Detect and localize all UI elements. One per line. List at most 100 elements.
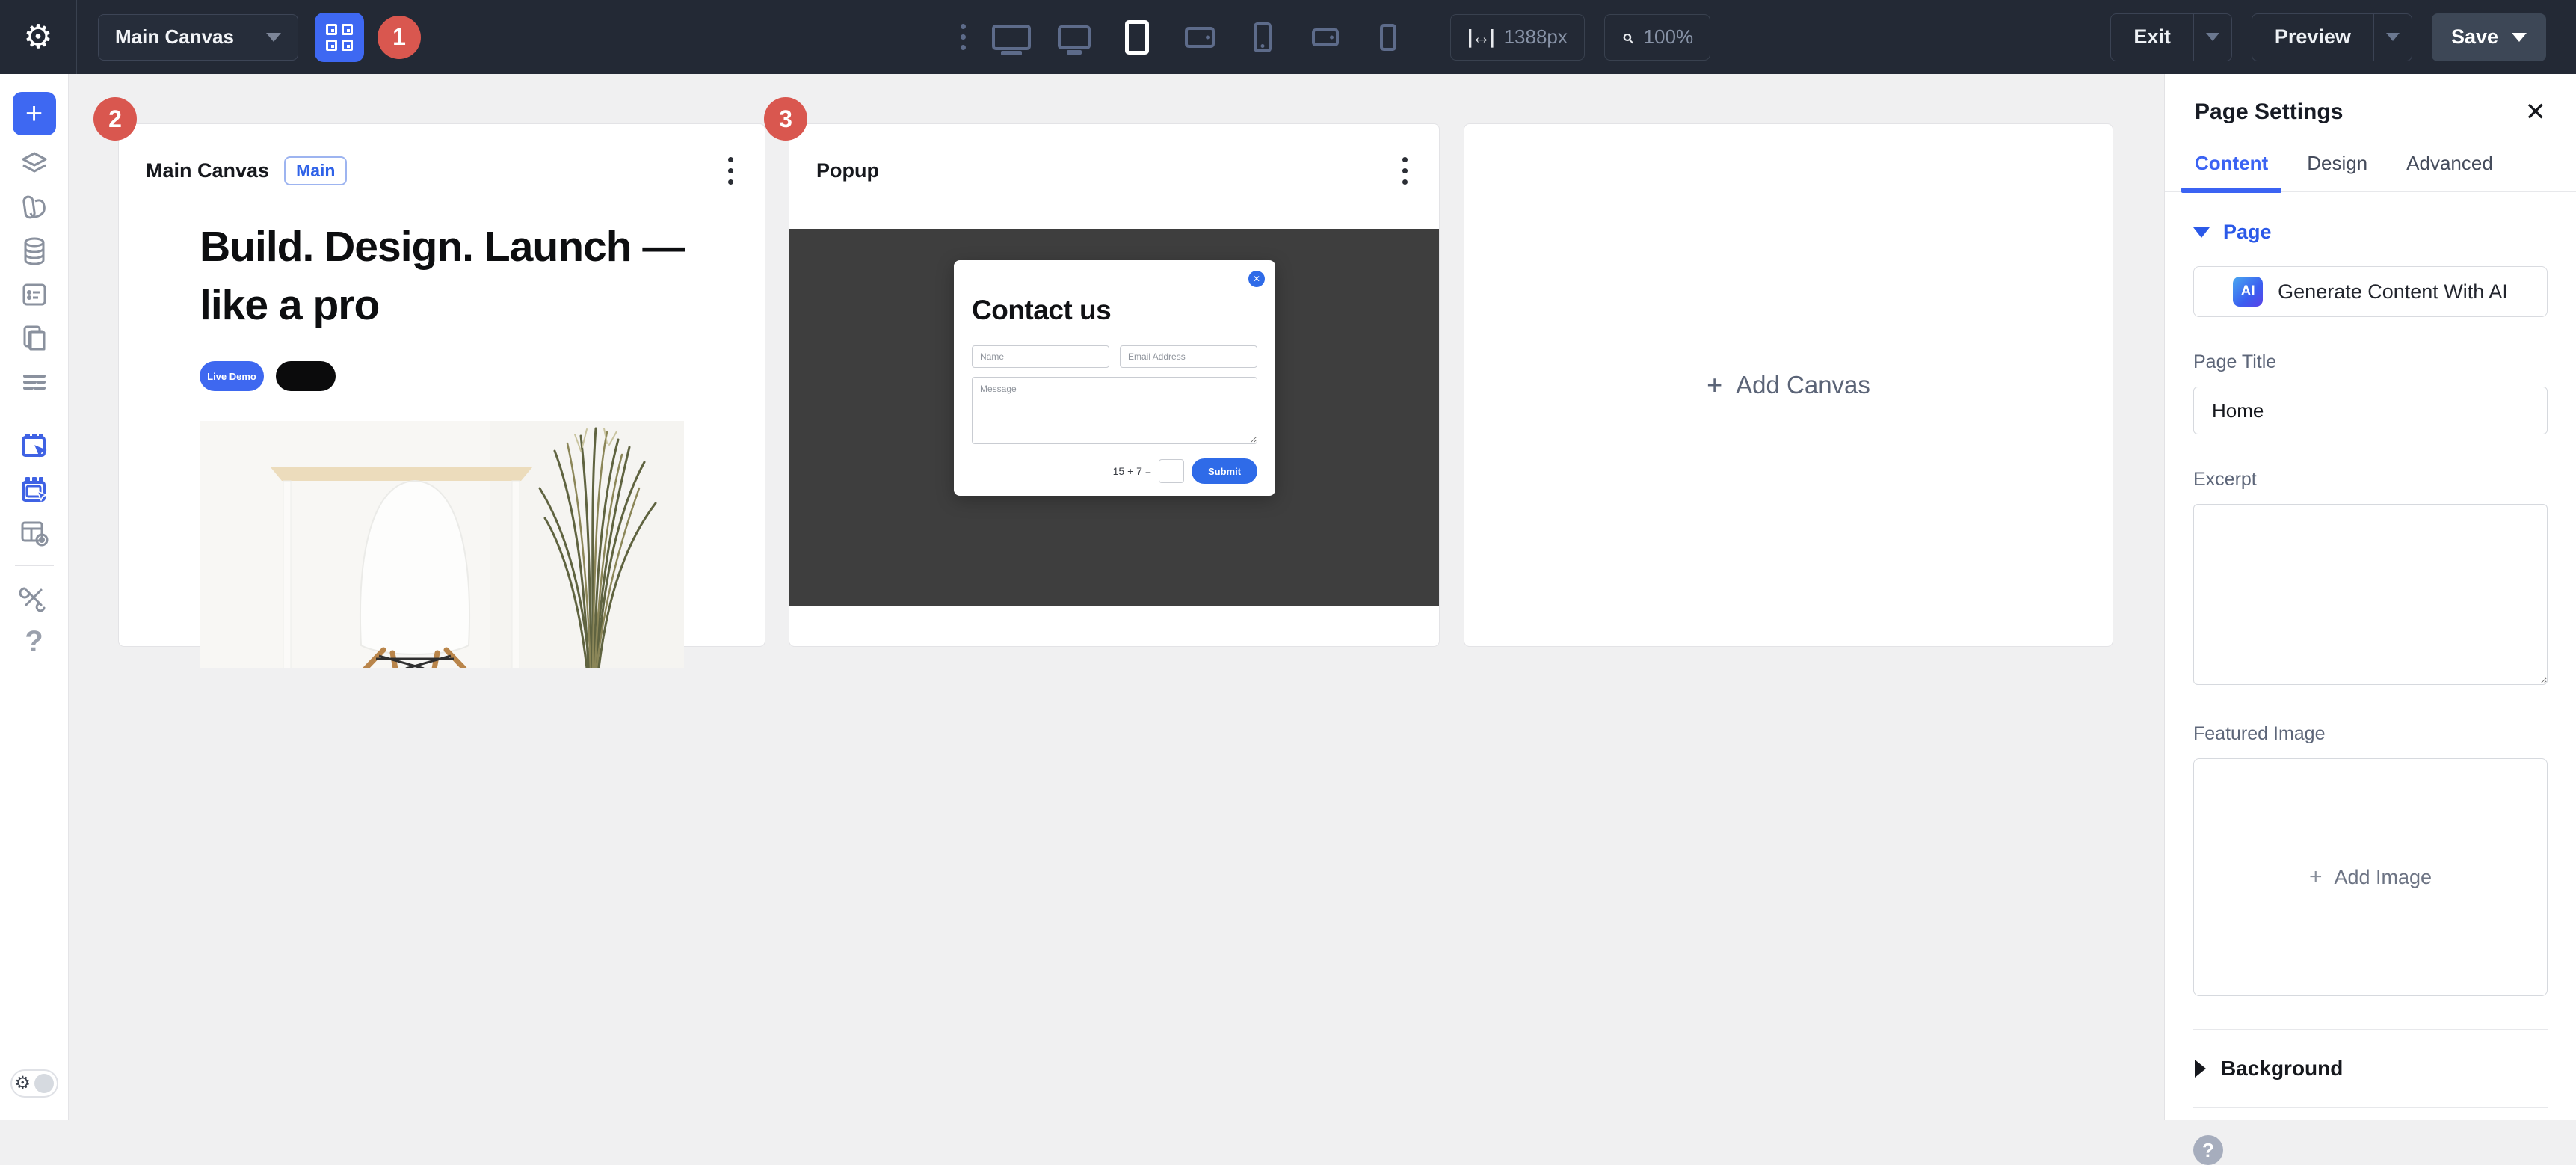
pages-icon bbox=[19, 322, 50, 354]
popup-builder-button[interactable] bbox=[13, 468, 56, 511]
page-section-toggle[interactable]: Page bbox=[2193, 221, 2548, 244]
layout-gear-icon bbox=[18, 517, 51, 550]
secondary-dark-button[interactable] bbox=[276, 361, 336, 391]
page-title-input[interactable] bbox=[2193, 387, 2548, 434]
exit-dropdown-button[interactable] bbox=[2193, 14, 2231, 61]
email-field[interactable] bbox=[1120, 345, 1257, 368]
question-mark-icon: ? bbox=[2202, 1139, 2214, 1162]
preview-button[interactable]: Preview bbox=[2252, 14, 2373, 61]
panel-tabs: Content Design Advanced bbox=[2165, 152, 2576, 192]
layers-icon bbox=[19, 149, 50, 180]
header-cursor-icon bbox=[18, 430, 51, 463]
panel-help-button[interactable]: ? bbox=[2193, 1135, 2223, 1165]
left-icon-rail: + ? ⚙ bbox=[0, 74, 69, 1120]
dynamic-data-button[interactable] bbox=[13, 230, 56, 273]
save-button[interactable]: Save bbox=[2432, 13, 2546, 61]
captcha-answer-field[interactable] bbox=[1159, 459, 1184, 483]
desktop-icon bbox=[1058, 25, 1091, 49]
modal-close-button[interactable]: ✕ bbox=[1248, 271, 1265, 287]
canvas-selector-value: Main Canvas bbox=[115, 25, 234, 49]
phone-portrait-icon bbox=[1254, 22, 1272, 52]
device-desktop-button[interactable] bbox=[1053, 13, 1096, 62]
tab-advanced[interactable]: Advanced bbox=[2406, 152, 2493, 191]
preview-dropdown-button[interactable] bbox=[2373, 14, 2412, 61]
plus-icon: + bbox=[1707, 372, 1722, 399]
device-phone-portrait-button[interactable] bbox=[1241, 13, 1284, 62]
page-title-label: Page Title bbox=[2193, 351, 2548, 373]
popup-cursor-icon bbox=[18, 473, 51, 506]
breakpoint-options-icon[interactable] bbox=[961, 24, 966, 50]
panel-title: Page Settings bbox=[2195, 99, 2343, 125]
captcha-question: 15 + 7 = bbox=[1113, 465, 1151, 477]
database-icon bbox=[19, 236, 50, 267]
chevron-down-icon bbox=[2512, 33, 2527, 42]
chevron-down-icon bbox=[2206, 33, 2219, 41]
canvas-grid-view-button[interactable] bbox=[315, 13, 364, 62]
device-tablet-portrait-button[interactable] bbox=[1115, 13, 1159, 62]
tablet-landscape-icon bbox=[1185, 27, 1215, 48]
header-builder-button[interactable] bbox=[13, 425, 56, 468]
tab-design[interactable]: Design bbox=[2307, 152, 2367, 191]
submit-button[interactable]: Submit bbox=[1192, 458, 1257, 484]
exit-split-button: Exit bbox=[2110, 13, 2232, 61]
list-bars-icon bbox=[19, 366, 50, 397]
palette-icon bbox=[19, 192, 50, 224]
pages-button[interactable] bbox=[13, 316, 56, 360]
background-section-toggle[interactable]: Background bbox=[2193, 1029, 2548, 1108]
name-field[interactable] bbox=[972, 345, 1109, 368]
popup-overlay-preview: ✕ Contact us 15 + 7 = Submit bbox=[789, 229, 1439, 606]
background-section-label: Background bbox=[2221, 1057, 2343, 1081]
canvas-card-title: Popup bbox=[816, 159, 879, 182]
add-canvas-card[interactable]: + Add Canvas bbox=[1464, 123, 2113, 647]
featured-image-label: Featured Image bbox=[2193, 723, 2548, 745]
builder-settings-button[interactable]: ⚙ bbox=[0, 0, 77, 74]
structure-button[interactable] bbox=[13, 360, 56, 403]
canvas-selector-dropdown[interactable]: Main Canvas bbox=[98, 14, 298, 61]
hero-image bbox=[200, 421, 684, 668]
phone-landscape-icon bbox=[1312, 28, 1339, 46]
editor-mode-toggle[interactable]: ⚙ bbox=[10, 1069, 58, 1098]
width-arrows-icon: |↔| bbox=[1467, 25, 1494, 49]
desktop-large-icon bbox=[992, 25, 1031, 50]
exit-button[interactable]: Exit bbox=[2111, 14, 2193, 61]
chevron-down-icon bbox=[266, 33, 281, 42]
page-section-label: Page bbox=[2223, 221, 2272, 244]
tablet-portrait-icon bbox=[1125, 20, 1149, 55]
device-phone-landscape-button[interactable] bbox=[1304, 13, 1347, 62]
canvas-options-menu-button[interactable] bbox=[1398, 153, 1412, 189]
close-icon: ✕ bbox=[1253, 274, 1260, 283]
plus-icon: + bbox=[2309, 864, 2323, 890]
canvas-workspace: 2 Main Canvas Main Build. Design. Launch… bbox=[69, 74, 2164, 1120]
layers-button[interactable] bbox=[13, 143, 56, 186]
tools-button[interactable] bbox=[13, 577, 56, 620]
add-element-button[interactable]: + bbox=[13, 92, 56, 135]
save-button-label: Save bbox=[2451, 25, 2498, 49]
page-settings-panel: Page Settings ✕ Content Design Advanced … bbox=[2164, 74, 2576, 1120]
tab-content[interactable]: Content bbox=[2195, 152, 2268, 191]
chevron-right-icon bbox=[2195, 1060, 2206, 1078]
design-library-button[interactable] bbox=[13, 186, 56, 230]
device-desktop-large-button[interactable] bbox=[990, 13, 1033, 62]
plus-icon: + bbox=[25, 99, 43, 129]
add-canvas-label: Add Canvas bbox=[1736, 371, 1870, 399]
canvas-options-menu-button[interactable] bbox=[724, 153, 738, 189]
template-settings-button[interactable] bbox=[13, 511, 56, 555]
device-tablet-landscape-button[interactable] bbox=[1178, 13, 1221, 62]
chevron-down-icon bbox=[2193, 227, 2210, 238]
device-phone-small-button[interactable] bbox=[1366, 13, 1410, 62]
message-field[interactable] bbox=[972, 377, 1257, 444]
forms-button[interactable] bbox=[13, 273, 56, 316]
help-button[interactable]: ? bbox=[13, 620, 56, 663]
popup-canvas-card[interactable]: 3 Popup ✕ Contact us 15 + 7 = Submit bbox=[789, 123, 1440, 647]
generate-content-ai-button[interactable]: AI Generate Content With AI bbox=[2193, 266, 2548, 317]
zoom-control[interactable]: ⌕ 100% bbox=[1604, 14, 1710, 61]
featured-image-dropzone[interactable]: + Add Image bbox=[2193, 758, 2548, 996]
canvas-width-control[interactable]: |↔| 1388px bbox=[1450, 14, 1585, 61]
top-toolbar: ⚙ Main Canvas 1 |↔| 1388px ⌕ 100% Exit bbox=[0, 0, 2576, 74]
add-image-label: Add Image bbox=[2334, 866, 2432, 889]
panel-close-button[interactable]: ✕ bbox=[2525, 99, 2547, 125]
main-canvas-card[interactable]: 2 Main Canvas Main Build. Design. Launch… bbox=[118, 123, 765, 647]
excerpt-textarea[interactable] bbox=[2193, 504, 2548, 685]
live-demo-button[interactable]: Live Demo bbox=[200, 361, 264, 391]
main-canvas-tag: Main bbox=[284, 156, 347, 185]
